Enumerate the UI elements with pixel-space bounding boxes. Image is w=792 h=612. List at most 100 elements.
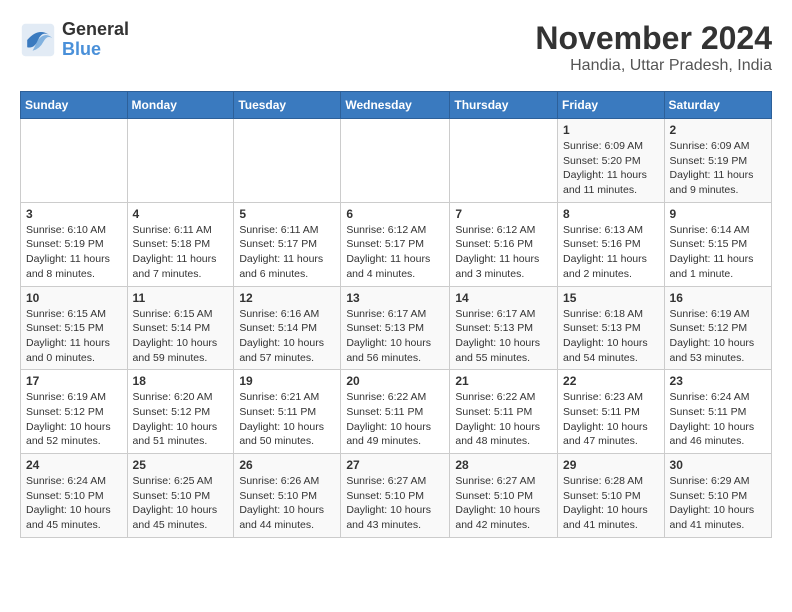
calendar-week-row: 1 Sunrise: 6:09 AM Sunset: 5:20 PM Daylig…: [21, 119, 772, 203]
calendar-cell: 21 Sunrise: 6:22 AM Sunset: 5:11 PM Dayli…: [450, 370, 558, 454]
day-info: Sunrise: 6:13 AM Sunset: 5:16 PM Dayligh…: [563, 223, 659, 282]
calendar-cell: 9 Sunrise: 6:14 AM Sunset: 5:15 PM Daylig…: [664, 202, 771, 286]
day-info: Sunrise: 6:17 AM Sunset: 5:13 PM Dayligh…: [346, 307, 444, 366]
day-info: Sunrise: 6:09 AM Sunset: 5:20 PM Dayligh…: [563, 139, 659, 198]
calendar-cell: 13 Sunrise: 6:17 AM Sunset: 5:13 PM Dayli…: [341, 286, 450, 370]
calendar-cell: 30 Sunrise: 6:29 AM Sunset: 5:10 PM Dayli…: [664, 454, 771, 538]
day-of-week-header: Sunday: [21, 92, 128, 119]
day-of-week-header: Wednesday: [341, 92, 450, 119]
day-number: 19: [239, 374, 335, 388]
day-number: 30: [670, 458, 766, 472]
day-info: Sunrise: 6:21 AM Sunset: 5:11 PM Dayligh…: [239, 390, 335, 449]
calendar-cell: [341, 119, 450, 203]
calendar-cell: 5Sunrise: 6:11 AM Sunset: 5:17 PM Daylig…: [234, 202, 341, 286]
day-number: 21: [455, 374, 552, 388]
calendar-subtitle: Handia, Uttar Pradesh, India: [535, 57, 772, 75]
day-number: 7: [455, 207, 552, 221]
logo-line2: Blue: [62, 40, 129, 60]
calendar-cell: 25 Sunrise: 6:25 AM Sunset: 5:10 PM Dayli…: [127, 454, 234, 538]
day-info: Sunrise: 6:12 AM Sunset: 5:17 PM Dayligh…: [346, 223, 444, 282]
day-number: 10: [26, 291, 122, 305]
title-block: November 2024 Handia, Uttar Pradesh, Ind…: [535, 20, 772, 75]
calendar-cell: 4 Sunrise: 6:11 AM Sunset: 5:18 PM Daylig…: [127, 202, 234, 286]
day-info: Sunrise: 6:19 AM Sunset: 5:12 PM Dayligh…: [670, 307, 766, 366]
day-info: Sunrise: 6:18 AM Sunset: 5:13 PM Dayligh…: [563, 307, 659, 366]
day-info: Sunrise: 6:27 AM Sunset: 5:10 PM Dayligh…: [455, 474, 552, 533]
calendar-cell: 12Sunrise: 6:16 AM Sunset: 5:14 PM Dayli…: [234, 286, 341, 370]
day-number: 9: [670, 207, 766, 221]
calendar-cell: 29 Sunrise: 6:28 AM Sunset: 5:10 PM Dayli…: [558, 454, 665, 538]
calendar-cell: 16Sunrise: 6:19 AM Sunset: 5:12 PM Dayli…: [664, 286, 771, 370]
day-of-week-header: Saturday: [664, 92, 771, 119]
calendar-cell: 6Sunrise: 6:12 AM Sunset: 5:17 PM Daylig…: [341, 202, 450, 286]
day-info: Sunrise: 6:19 AM Sunset: 5:12 PM Dayligh…: [26, 390, 122, 449]
calendar-cell: 2 Sunrise: 6:09 AM Sunset: 5:19 PM Daylig…: [664, 119, 771, 203]
day-of-week-header: Monday: [127, 92, 234, 119]
day-number: 2: [670, 123, 766, 137]
calendar-table: SundayMondayTuesdayWednesdayThursdayFrid…: [20, 91, 772, 538]
logo-icon: [20, 22, 56, 58]
calendar-cell: 1 Sunrise: 6:09 AM Sunset: 5:20 PM Daylig…: [558, 119, 665, 203]
calendar-cell: 8Sunrise: 6:13 AM Sunset: 5:16 PM Daylig…: [558, 202, 665, 286]
calendar-cell: 10Sunrise: 6:15 AM Sunset: 5:15 PM Dayli…: [21, 286, 128, 370]
calendar-cell: 20 Sunrise: 6:22 AM Sunset: 5:11 PM Dayli…: [341, 370, 450, 454]
calendar-cell: 24Sunrise: 6:24 AM Sunset: 5:10 PM Dayli…: [21, 454, 128, 538]
day-number: 15: [563, 291, 659, 305]
day-info: Sunrise: 6:17 AM Sunset: 5:13 PM Dayligh…: [455, 307, 552, 366]
day-info: Sunrise: 6:09 AM Sunset: 5:19 PM Dayligh…: [670, 139, 766, 198]
day-of-week-header: Friday: [558, 92, 665, 119]
calendar-cell: 11Sunrise: 6:15 AM Sunset: 5:14 PM Dayli…: [127, 286, 234, 370]
day-info: Sunrise: 6:14 AM Sunset: 5:15 PM Dayligh…: [670, 223, 766, 282]
calendar-cell: 14 Sunrise: 6:17 AM Sunset: 5:13 PM Dayli…: [450, 286, 558, 370]
day-info: Sunrise: 6:24 AM Sunset: 5:11 PM Dayligh…: [670, 390, 766, 449]
day-number: 4: [133, 207, 229, 221]
day-info: Sunrise: 6:26 AM Sunset: 5:10 PM Dayligh…: [239, 474, 335, 533]
day-info: Sunrise: 6:28 AM Sunset: 5:10 PM Dayligh…: [563, 474, 659, 533]
logo-line1: General: [62, 20, 129, 40]
day-number: 29: [563, 458, 659, 472]
calendar-cell: 23 Sunrise: 6:24 AM Sunset: 5:11 PM Dayli…: [664, 370, 771, 454]
day-number: 22: [563, 374, 659, 388]
day-info: Sunrise: 6:25 AM Sunset: 5:10 PM Dayligh…: [133, 474, 229, 533]
calendar-header-row: SundayMondayTuesdayWednesdayThursdayFrid…: [21, 92, 772, 119]
page-header: General Blue November 2024 Handia, Uttar…: [20, 20, 772, 75]
calendar-week-row: 10Sunrise: 6:15 AM Sunset: 5:15 PM Dayli…: [21, 286, 772, 370]
calendar-week-row: 3Sunrise: 6:10 AM Sunset: 5:19 PM Daylig…: [21, 202, 772, 286]
calendar-cell: 22 Sunrise: 6:23 AM Sunset: 5:11 PM Dayli…: [558, 370, 665, 454]
calendar-cell: 17Sunrise: 6:19 AM Sunset: 5:12 PM Dayli…: [21, 370, 128, 454]
day-info: Sunrise: 6:27 AM Sunset: 5:10 PM Dayligh…: [346, 474, 444, 533]
day-number: 28: [455, 458, 552, 472]
day-number: 1: [563, 123, 659, 137]
day-number: 27: [346, 458, 444, 472]
day-number: 13: [346, 291, 444, 305]
day-number: 3: [26, 207, 122, 221]
day-number: 20: [346, 374, 444, 388]
day-number: 25: [133, 458, 229, 472]
day-info: Sunrise: 6:29 AM Sunset: 5:10 PM Dayligh…: [670, 474, 766, 533]
day-info: Sunrise: 6:11 AM Sunset: 5:18 PM Dayligh…: [133, 223, 229, 282]
calendar-cell: 7 Sunrise: 6:12 AM Sunset: 5:16 PM Daylig…: [450, 202, 558, 286]
day-number: 14: [455, 291, 552, 305]
day-info: Sunrise: 6:15 AM Sunset: 5:14 PM Dayligh…: [133, 307, 229, 366]
calendar-cell: 15 Sunrise: 6:18 AM Sunset: 5:13 PM Dayli…: [558, 286, 665, 370]
day-info: Sunrise: 6:12 AM Sunset: 5:16 PM Dayligh…: [455, 223, 552, 282]
calendar-cell: 26 Sunrise: 6:26 AM Sunset: 5:10 PM Dayli…: [234, 454, 341, 538]
calendar-cell: 18 Sunrise: 6:20 AM Sunset: 5:12 PM Dayli…: [127, 370, 234, 454]
calendar-cell: [234, 119, 341, 203]
day-info: Sunrise: 6:23 AM Sunset: 5:11 PM Dayligh…: [563, 390, 659, 449]
day-number: 5: [239, 207, 335, 221]
day-info: Sunrise: 6:22 AM Sunset: 5:11 PM Dayligh…: [455, 390, 552, 449]
calendar-cell: 3Sunrise: 6:10 AM Sunset: 5:19 PM Daylig…: [21, 202, 128, 286]
calendar-cell: [450, 119, 558, 203]
day-number: 26: [239, 458, 335, 472]
calendar-title: November 2024: [535, 20, 772, 57]
logo-text: General Blue: [62, 20, 129, 60]
day-number: 23: [670, 374, 766, 388]
day-of-week-header: Tuesday: [234, 92, 341, 119]
logo: General Blue: [20, 20, 129, 60]
calendar-week-row: 24Sunrise: 6:24 AM Sunset: 5:10 PM Dayli…: [21, 454, 772, 538]
day-info: Sunrise: 6:22 AM Sunset: 5:11 PM Dayligh…: [346, 390, 444, 449]
calendar-week-row: 17Sunrise: 6:19 AM Sunset: 5:12 PM Dayli…: [21, 370, 772, 454]
day-number: 18: [133, 374, 229, 388]
day-info: Sunrise: 6:20 AM Sunset: 5:12 PM Dayligh…: [133, 390, 229, 449]
